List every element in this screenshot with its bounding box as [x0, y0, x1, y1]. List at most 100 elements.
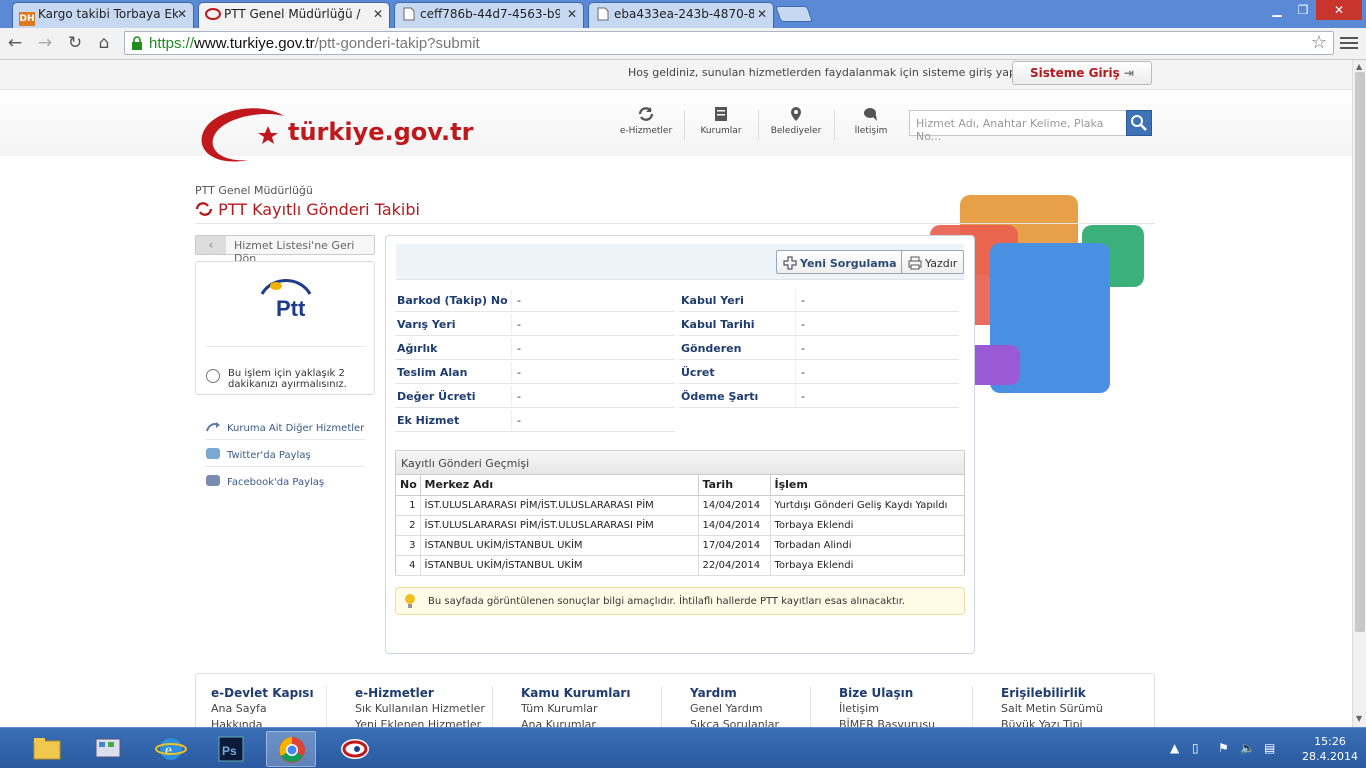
breadcrumb[interactable]: PTT Genel Müdürlüğü	[195, 184, 313, 197]
field-label: Ödeme Şartı	[681, 390, 759, 403]
page-scrollbar[interactable]: ▲ ▼	[1352, 60, 1366, 727]
nav-belediyeler[interactable]: Belediyeler	[761, 106, 831, 136]
home-icon[interactable]: ⌂	[93, 32, 115, 54]
field-kabul-yeri: Kabul Yeri -	[679, 288, 959, 312]
svg-text:Ps: Ps	[222, 744, 237, 758]
footer-link[interactable]: Genel Yardım	[690, 702, 779, 715]
field-label: Gönderen	[681, 342, 742, 355]
network-icon[interactable]: ▤	[1264, 741, 1275, 755]
control-panel-icon[interactable]	[84, 731, 134, 767]
cell-date: 14/04/2014	[698, 515, 771, 536]
field-varis-yeri: Varış Yeri -	[395, 312, 675, 336]
internet-explorer-icon[interactable]: e	[146, 731, 196, 767]
nav-divider	[834, 110, 835, 140]
scroll-up-icon[interactable]: ▲	[1356, 62, 1362, 71]
twitter-icon	[206, 448, 220, 459]
bookmark-star-icon[interactable]: ☆	[1311, 32, 1327, 53]
arrow-link-icon	[206, 422, 220, 432]
field-label: Değer Ücreti	[397, 390, 476, 403]
footer-link[interactable]: Ana Sayfa	[211, 702, 314, 715]
field-odeme-sarti: Ödeme Şartı -	[679, 384, 959, 408]
new-query-button[interactable]: Yeni Sorgulama	[776, 250, 904, 274]
url-path: /ptt-gonderi-takip?submit	[314, 35, 480, 52]
title-divider	[195, 223, 1155, 224]
page-content: Hoş geldiniz, sunulan hizmetlerden fayda…	[0, 60, 1352, 727]
nav-divider	[684, 110, 685, 140]
site-logo[interactable]: türkiye.gov.tr	[198, 102, 498, 162]
volume-icon[interactable]: 🔈	[1240, 741, 1255, 755]
facebook-share-link[interactable]: Facebook'da Paylaş	[205, 467, 365, 494]
footer-link[interactable]: Hakkında	[211, 718, 314, 727]
field-value: -	[517, 390, 521, 403]
turkiye-app-icon[interactable]	[330, 731, 380, 767]
footer-link[interactable]: Ana Kurumlar	[521, 718, 630, 727]
tab-label: PTT Genel Müdürlüğü / P	[224, 7, 364, 21]
footer-link[interactable]: Salt Metin Sürümü	[1001, 702, 1103, 715]
cell-no: 3	[396, 535, 421, 556]
login-button[interactable]: Sisteme Giriş ⇥	[1012, 61, 1152, 85]
reload-icon[interactable]: ↻	[64, 32, 86, 54]
field-value: -	[801, 294, 805, 307]
scroll-down-icon[interactable]: ▼	[1356, 714, 1362, 723]
file-explorer-icon[interactable]	[22, 731, 72, 767]
cell-center: İST.ULUSLARARASI PİM/İST.ULUSLARARASI Pİ…	[420, 515, 699, 536]
footer-link[interactable]: İletişim	[839, 702, 935, 715]
flag-icon[interactable]: ⚑	[1218, 741, 1229, 755]
address-bar[interactable]: https://www.turkiye.gov.tr/ptt-gonderi-t…	[124, 31, 1334, 55]
close-icon[interactable]: ✕	[373, 7, 383, 21]
new-query-label: Yeni Sorgulama	[800, 257, 897, 270]
footer-link[interactable]: Sıkça Sorulanlar	[690, 718, 779, 727]
plus-icon	[783, 256, 797, 270]
footer-link[interactable]: Yeni Eklenen Hizmetler	[355, 718, 485, 727]
new-tab-button[interactable]	[775, 6, 813, 22]
field-label: Teslim Alan	[397, 366, 468, 379]
print-button[interactable]: Yazdır	[901, 250, 965, 274]
footer-heading: e-Hizmetler	[355, 686, 434, 700]
back-to-service-list-button[interactable]: ‹ Hizmet Listesi'ne Geri Dön	[195, 235, 375, 265]
footer-col-edevlet: e-Devlet Kapısı Ana Sayfa Hakkında	[211, 686, 314, 727]
back-arrow-icon[interactable]: ←	[4, 32, 26, 54]
window-close-button[interactable]: ✕	[1316, 0, 1362, 20]
link-label: Twitter'da Paylaş	[227, 450, 311, 461]
tray-expand-icon[interactable]: ▲	[1170, 741, 1179, 755]
field-label: Ücret	[681, 366, 715, 379]
minimize-button[interactable]: ▁	[1264, 0, 1290, 20]
tab-ptt[interactable]: PTT Genel Müdürlüğü / P ✕	[198, 2, 390, 28]
printer-icon	[908, 256, 922, 270]
footer-link[interactable]: Sık Kullanılan Hizmetler	[355, 702, 485, 715]
close-icon[interactable]: ✕	[567, 7, 577, 21]
tab-document-1[interactable]: ceff786b-44d7-4563-b914 ✕	[394, 2, 584, 28]
footer-link[interactable]: Büyük Yazı Tipi	[1001, 718, 1103, 727]
tab-kargo-takibi[interactable]: DHKargo takibi Torbaya Ekler ✕	[12, 2, 194, 28]
cell-date: 22/04/2014	[698, 555, 771, 576]
photoshop-icon[interactable]: Ps	[206, 731, 256, 767]
twitter-share-link[interactable]: Twitter'da Paylaş	[205, 440, 365, 467]
system-clock[interactable]: 15:26 28.4.2014	[1300, 734, 1360, 764]
nav-kurumlar[interactable]: Kurumlar	[686, 106, 756, 136]
other-services-link[interactable]: Kuruma Ait Diğer Hizmetler	[205, 413, 365, 440]
nav-e-hizmetler[interactable]: e-Hizmetler	[611, 106, 681, 136]
scrollbar-thumb[interactable]	[1355, 72, 1365, 632]
tray-device-icon[interactable]: ▯	[1192, 741, 1199, 755]
nav-iletisim[interactable]: İletişim	[836, 106, 906, 136]
tab-document-2[interactable]: eba433ea-243b-4870-83e8 ✕	[588, 2, 774, 28]
search-button[interactable]	[1126, 110, 1152, 136]
forward-arrow-icon[interactable]: →	[34, 32, 56, 54]
close-icon[interactable]: ✕	[757, 7, 767, 21]
shipment-history: Kayıtlı Gönderi Geçmişi No Merkez Adı Ta…	[395, 450, 965, 576]
nav-label: Belediyeler	[770, 126, 822, 136]
ptt-logo-text: Ptt	[276, 296, 306, 321]
tab-label: eba433ea-243b-4870-83e8	[614, 7, 754, 21]
logo-text: türkiye.gov.tr	[288, 118, 474, 146]
footer-col-kurumlar: Kamu Kurumları Tüm Kurumlar Ana Kurumlar	[521, 686, 630, 727]
menu-icon[interactable]	[1340, 34, 1358, 52]
maximize-button[interactable]: ❐	[1290, 0, 1316, 20]
table-row: 4 İSTANBUL UKİM/İSTANBUL UKİM 22/04/2014 To…	[396, 555, 964, 576]
chrome-icon[interactable]	[266, 731, 316, 767]
url-text: https://www.turkiye.gov.tr/ptt-gonderi-t…	[149, 35, 480, 52]
footer-link[interactable]: BİMER Başvurusu	[839, 718, 935, 727]
footer-link[interactable]: Tüm Kurumlar	[521, 702, 630, 715]
close-icon[interactable]: ✕	[177, 7, 187, 21]
refresh-arrows-icon	[195, 202, 213, 216]
search-input[interactable]: Hizmet Adı, Anahtar Kelime, Plaka No...	[909, 110, 1129, 143]
